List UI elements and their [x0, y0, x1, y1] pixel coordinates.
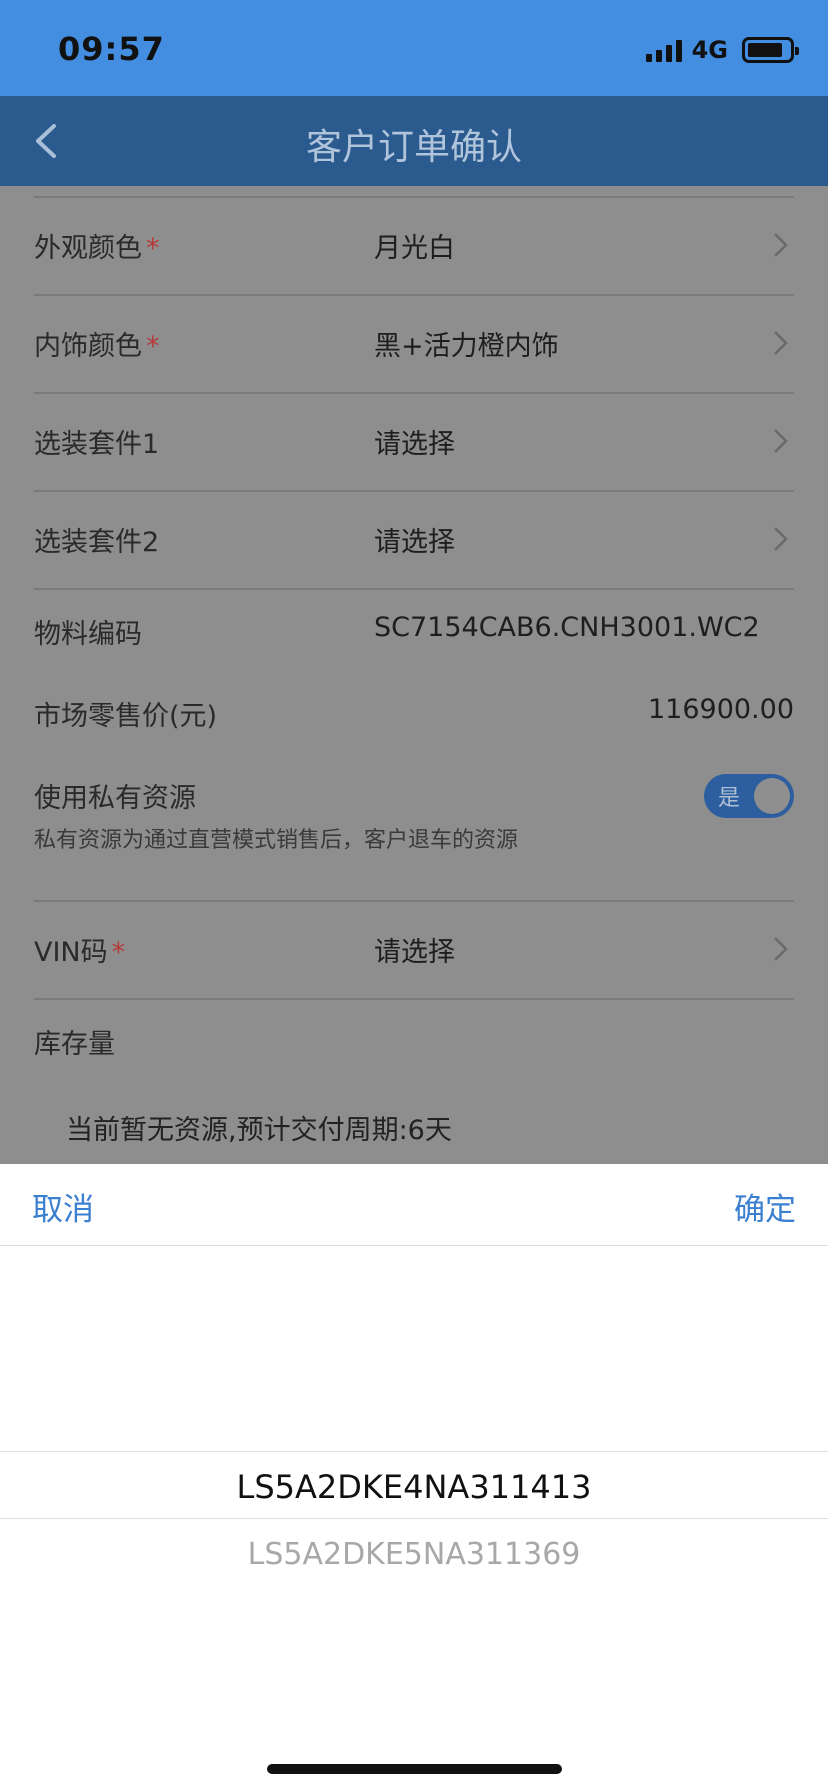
picker-toolbar: 取消 确定 [0, 1164, 828, 1246]
exterior-color-row[interactable]: 外观颜色 * 月光白 [34, 196, 794, 294]
material-code-label: 物料编码 [34, 619, 142, 650]
material-code-value: SC7154CAB6.CNH3001.WC2 [374, 612, 760, 643]
order-form: 外观颜色 * 月光白 内饰颜色 * 黑+活力橙内饰 选装套件1 请选择 选装套件2 … [0, 186, 828, 1164]
nav-bar: 客户订单确认 [0, 96, 828, 186]
vin-row[interactable]: VIN码 * 请选择 [34, 900, 794, 998]
chevron-right-icon [774, 233, 788, 257]
chevron-right-icon [774, 527, 788, 551]
private-resource-row: 使用私有资源 私有资源为通过直营模式销售后，客户退车的资源 是 [34, 756, 794, 872]
signal-icon [645, 38, 682, 62]
option-package-2-row[interactable]: 选装套件2 请选择 [34, 490, 794, 588]
picker-selection-bottom-line [0, 1518, 828, 1519]
picker-selection-top-line [0, 1451, 828, 1452]
toggle-label: 是 [718, 786, 741, 811]
interior-color-row[interactable]: 内饰颜色 * 黑+活力橙内饰 [34, 294, 794, 392]
private-resource-label: 使用私有资源 [34, 783, 196, 814]
interior-color-value: 黑+活力橙内饰 [374, 331, 559, 362]
network-type: 4G [691, 36, 728, 64]
exterior-color-label: 外观颜色 * [34, 233, 160, 264]
status-time: 09:57 [58, 30, 165, 68]
chevron-right-icon [774, 937, 788, 961]
required-mark: * [146, 331, 160, 362]
vin-value: 请选择 [374, 937, 455, 968]
option-package-2-label: 选装套件2 [34, 527, 160, 558]
vin-label: VIN码 * [34, 937, 126, 968]
page-title: 客户订单确认 [305, 127, 522, 168]
toggle-knob [754, 778, 790, 814]
status-bar: 09:57 4G [0, 0, 828, 96]
chevron-right-icon [774, 429, 788, 453]
picker-option-selected[interactable]: LS5A2DKE4NA311413 [0, 1468, 828, 1506]
option-package-1-label: 选装套件1 [34, 429, 160, 460]
battery-icon [742, 37, 799, 63]
retail-price-label: 市场零售价(元) [34, 701, 218, 732]
picker-option[interactable]: LS5A2DKE5NA311369 [0, 1537, 828, 1572]
cancel-button[interactable]: 取消 [32, 1184, 94, 1229]
private-resource-toggle[interactable]: 是 [704, 774, 794, 818]
private-resource-hint: 私有资源为通过直营模式销售后，客户退车的资源 [34, 828, 519, 853]
vin-picker-sheet: 取消 确定 LS5A2DKE4NA311413 LS5A2DKE5NA31136… [0, 1164, 828, 1792]
confirm-button[interactable]: 确定 [734, 1184, 796, 1229]
stock-message: 当前暂无资源,预计交付周期:6天 [66, 1115, 452, 1146]
interior-color-label: 内饰颜色 * [34, 331, 160, 362]
option-package-1-value: 请选择 [374, 429, 455, 460]
home-indicator [267, 1764, 562, 1774]
required-mark: * [111, 937, 126, 968]
exterior-color-value: 月光白 [374, 233, 455, 264]
stock-row: 库存量 [34, 998, 794, 1082]
stock-label: 库存量 [34, 1029, 115, 1060]
retail-price-value: 116900.00 [647, 694, 794, 725]
option-package-1-row[interactable]: 选装套件1 请选择 [34, 392, 794, 490]
option-package-2-value: 请选择 [374, 527, 455, 558]
chevron-right-icon [774, 331, 788, 355]
required-mark: * [146, 233, 160, 264]
retail-price-row: 市场零售价(元) 116900.00 [34, 672, 794, 756]
status-indicators: 4G [645, 36, 799, 64]
material-code-row: 物料编码 SC7154CAB6.CNH3001.WC2 [34, 588, 794, 672]
